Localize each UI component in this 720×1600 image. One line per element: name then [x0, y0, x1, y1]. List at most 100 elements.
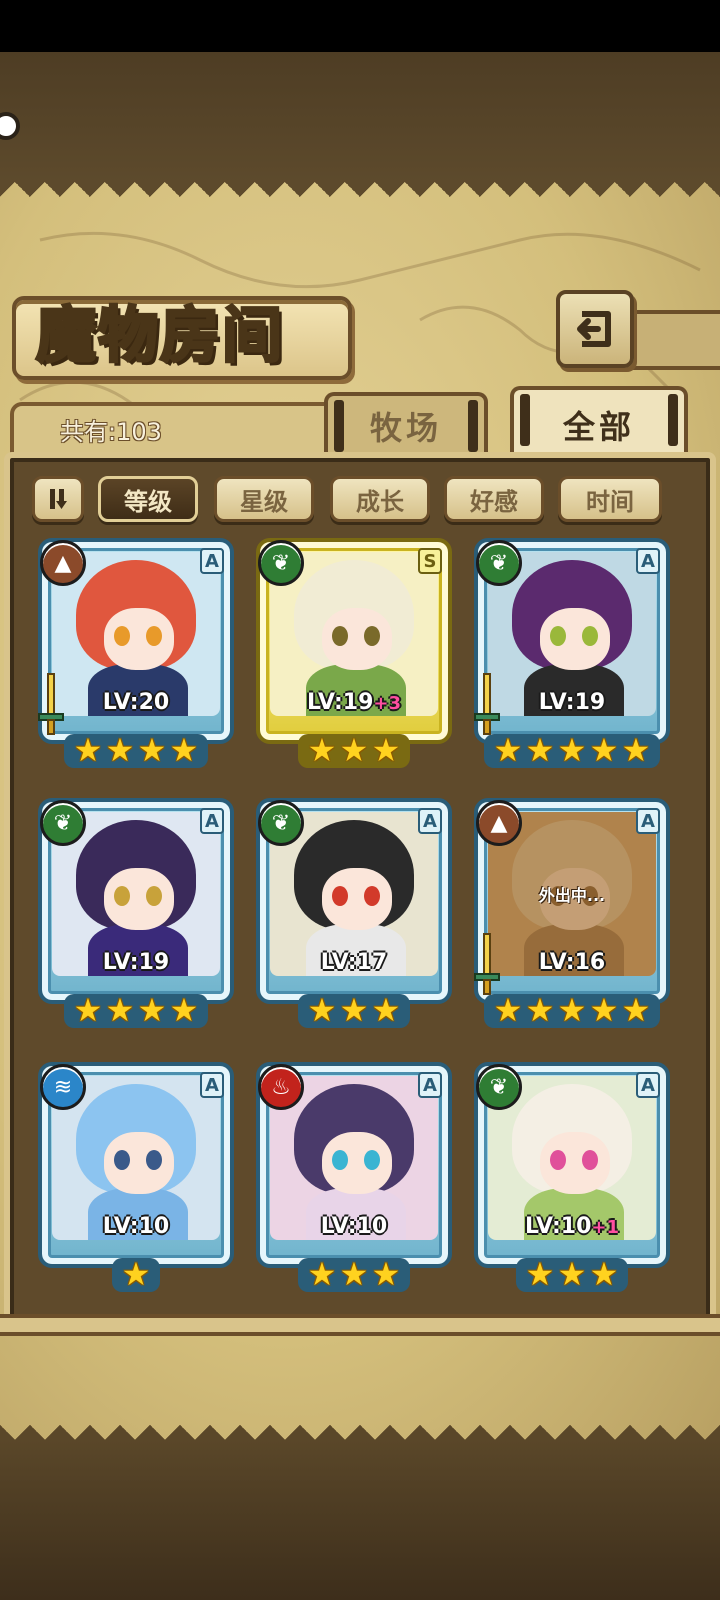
grass-element-icon: ❦	[476, 1064, 522, 1110]
monster-level: LV:10	[256, 1214, 452, 1239]
sort-stars-button[interactable]: 星级	[214, 476, 314, 522]
monster-card[interactable]: ❦ A LV:19 ★ ★ ★ ★ ★	[474, 538, 670, 774]
portrait-eye	[582, 1150, 598, 1170]
monster-card[interactable]: ♨ A LV:10 ★ ★ ★	[256, 1062, 452, 1298]
portrait-eye	[114, 886, 130, 906]
portrait-eye	[582, 626, 598, 646]
star-rating: ★ ★ ★	[474, 1258, 670, 1298]
level-text: LV:10	[524, 1214, 592, 1239]
monster-card[interactable]: ❦ A LV:19 ★ ★ ★ ★	[38, 798, 234, 1034]
star-rating: ★ ★ ★ ★ ★	[474, 734, 670, 774]
star-rating: ★ ★ ★	[256, 994, 452, 1034]
portrait-eye	[114, 626, 130, 646]
star-rating: ★ ★ ★	[256, 734, 452, 774]
star-icon: ★	[589, 991, 619, 1029]
star-icon: ★	[621, 991, 651, 1029]
monster-card[interactable]: ≋ A LV:10 ★	[38, 1062, 234, 1298]
sort-time-button[interactable]: 时间	[558, 476, 662, 522]
level-bonus: +3	[373, 693, 402, 714]
portrait-eye	[364, 1150, 380, 1170]
monster-level: LV:10+1	[474, 1214, 670, 1239]
monster-card[interactable]: ❦ A LV:17 ★ ★ ★	[256, 798, 452, 1034]
back-button[interactable]	[556, 290, 634, 368]
star-icon: ★	[339, 991, 369, 1029]
portrait-eye	[332, 886, 348, 906]
earth-element-icon: ▲	[476, 800, 522, 846]
star-rating: ★ ★ ★ ★	[38, 994, 234, 1034]
star-icon: ★	[371, 991, 401, 1029]
parchment-edge-bottom	[0, 1410, 720, 1440]
grass-element-icon: ❦	[40, 800, 86, 846]
rarity-badge: A	[200, 1072, 224, 1098]
star-icon: ★	[525, 1255, 555, 1293]
back-button-rail	[630, 310, 720, 370]
grass-element-icon: ❦	[258, 800, 304, 846]
portrait-eye	[332, 626, 348, 646]
rarity-badge: A	[418, 1072, 442, 1098]
level-text: LV:20	[102, 690, 170, 715]
tab-label: 全部	[562, 408, 635, 446]
monster-level: LV:10	[38, 1214, 234, 1239]
page-title: 魔物房间	[35, 300, 284, 373]
monster-card[interactable]: ❦ S LV:19+3 ★ ★ ★	[256, 538, 452, 774]
portrait-eye	[364, 626, 380, 646]
sort-growth-button[interactable]: 成长	[330, 476, 430, 522]
star-icon: ★	[73, 991, 103, 1029]
tab-all[interactable]: 全部	[510, 386, 688, 460]
return-arrow-icon	[577, 311, 611, 347]
sort-affection-button[interactable]: 好感	[444, 476, 544, 522]
away-status: 外出中...	[538, 886, 606, 905]
star-rating: ★ ★ ★ ★ ★	[474, 994, 670, 1034]
star-icon: ★	[557, 731, 587, 769]
star-icon: ★	[307, 991, 337, 1029]
star-icon: ★	[525, 731, 555, 769]
tab-post	[468, 400, 478, 452]
level-text: LV:16	[538, 950, 606, 975]
portrait-eye	[332, 1150, 348, 1170]
star-icon: ★	[307, 1255, 337, 1293]
tab-ranch[interactable]: 牧场	[324, 392, 488, 456]
star-icon: ★	[73, 731, 103, 769]
panel-bottom-rail	[0, 1314, 720, 1336]
monster-level: LV:19	[474, 690, 670, 715]
star-icon: ★	[371, 1255, 401, 1293]
monster-card[interactable]: ❦ A LV:10+1 ★ ★ ★	[474, 1062, 670, 1298]
grass-element-icon: ❦	[476, 540, 522, 586]
background-bottom	[0, 1440, 720, 1600]
water-element-icon: ≋	[40, 1064, 86, 1110]
star-icon: ★	[493, 991, 523, 1029]
rarity-badge: S	[418, 548, 442, 574]
star-icon: ★	[169, 991, 199, 1029]
star-icon: ★	[589, 731, 619, 769]
star-rating: ★ ★ ★	[256, 1258, 452, 1298]
portrait-eye	[364, 886, 380, 906]
level-text: LV:10	[102, 1214, 170, 1239]
star-icon: ★	[557, 1255, 587, 1293]
tab-label: 牧场	[369, 409, 442, 447]
tab-post	[334, 400, 344, 452]
star-rating: ★ ★ ★ ★	[38, 734, 234, 774]
level-text: LV:19	[102, 950, 170, 975]
tab-post	[520, 394, 530, 446]
sort-order-toggle[interactable]	[32, 476, 84, 522]
earth-element-icon: ▲	[40, 540, 86, 586]
star-icon: ★	[557, 991, 587, 1029]
level-text: LV:17	[320, 950, 388, 975]
star-icon: ★	[339, 1255, 369, 1293]
background-top	[0, 52, 720, 182]
pause-bars-icon	[50, 489, 67, 509]
rarity-badge: A	[200, 548, 224, 574]
portrait-eye	[550, 1150, 566, 1170]
star-icon: ★	[339, 731, 369, 769]
status-bar	[0, 0, 720, 52]
monster-card[interactable]: ▲ A LV:20 ★ ★ ★ ★	[38, 538, 234, 774]
portrait-eye	[146, 1150, 162, 1170]
portrait-eye	[550, 626, 566, 646]
star-icon: ★	[137, 731, 167, 769]
portrait-eye	[114, 1150, 130, 1170]
star-rating: ★	[38, 1258, 234, 1298]
fire-element-icon: ♨	[258, 1064, 304, 1110]
level-bonus: +1	[591, 1217, 620, 1238]
monster-card[interactable]: 外出中... ▲ A LV:16 ★ ★ ★ ★ ★	[474, 798, 670, 1034]
sort-level-button[interactable]: 等级	[98, 476, 198, 522]
